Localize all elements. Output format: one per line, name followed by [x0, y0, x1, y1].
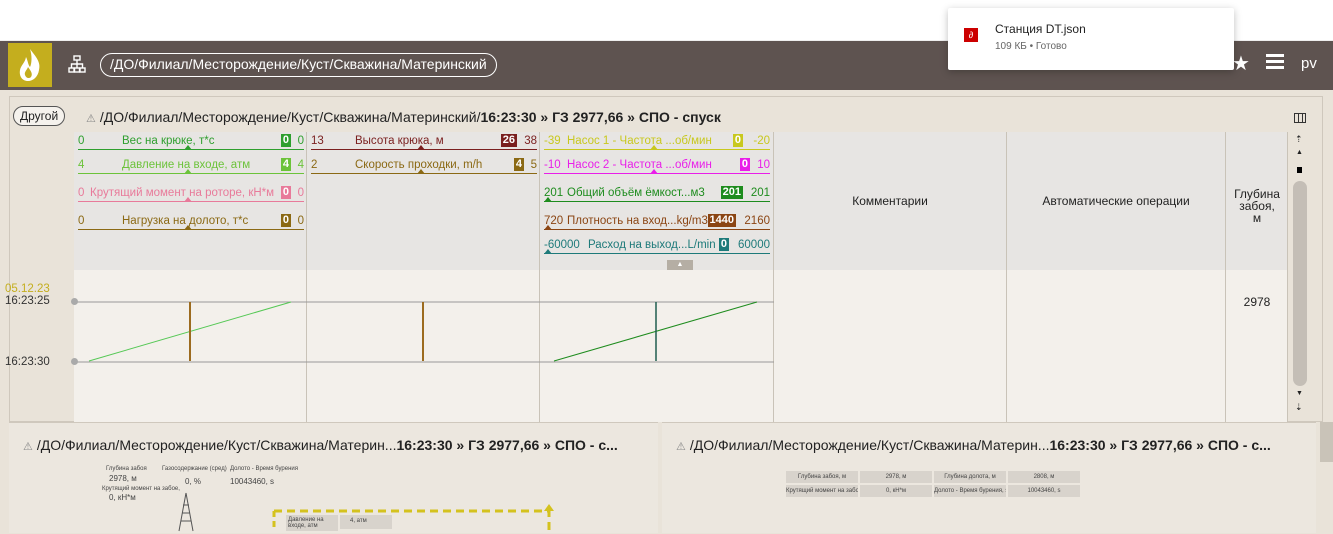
bottom-right-panel[interactable]: ⚠/ДО/Филиал/Месторождение/Куст/Скважина/… [662, 422, 1316, 533]
panel-title-path: /ДО/Филиал/Месторождение/Куст/Скважина/М… [99, 109, 481, 125]
time-marker [71, 358, 78, 365]
time-label-1: 16:23:25 [5, 295, 50, 307]
scroll-up-icon[interactable]: ▲ [1296, 149, 1303, 156]
side-tab[interactable] [1320, 422, 1333, 462]
scroll-down-icon[interactable]: ▼ [1296, 390, 1303, 397]
scroll-top-icon[interactable]: ⇡ [1295, 134, 1303, 145]
bottom-left-title: ⚠/ДО/Филиал/Месторождение/Куст/Скважина/… [23, 437, 618, 453]
mini-pressure-label: Давление на входе, атм [286, 515, 338, 531]
depth-header: Глубина забоя, м [1234, 187, 1280, 225]
depth-value: 2978 [1243, 295, 1271, 309]
bottom-left-panel[interactable]: ⚠/ДО/Филиал/Месторождение/Куст/Скважина/… [9, 422, 658, 534]
download-file-name[interactable]: Станция DT.json [995, 22, 1086, 36]
panel-title: ⚠/ДО/Филиал/Месторождение/Куст/Скважина/… [86, 109, 721, 125]
date-label: 05.12.23 [5, 283, 50, 295]
main-panel: Другой ⚠/ДО/Филиал/Месторождение/Куст/Ск… [5, 96, 1323, 422]
mini-bit-label: Долото - Время бурения [230, 466, 299, 472]
time-marker [71, 298, 78, 305]
other-button[interactable]: Другой [13, 106, 66, 126]
user-name[interactable]: pv [1301, 55, 1317, 72]
derrick-icon [178, 492, 194, 532]
scroll-bottom-icon[interactable]: ⇣ [1295, 402, 1303, 413]
file-icon: ∂ [964, 28, 978, 42]
hierarchy-icon[interactable] [68, 55, 86, 73]
mini-depth-value: 2978, м [109, 474, 137, 483]
mini-table-cell: Глубина долота, м [934, 471, 1006, 483]
mini-pressure-value: 4, атм [340, 515, 392, 529]
mini-torque-label: Крутящий момент на забое, [102, 486, 180, 492]
grid-icon[interactable] [1294, 113, 1306, 123]
download-file-status: 109 КБ • Готово [995, 41, 1067, 52]
bottom-right-title: ⚠/ДО/Филиал/Месторождение/Куст/Скважина/… [676, 437, 1271, 453]
mini-table-cell: 2808, м [1008, 471, 1080, 483]
star-icon[interactable]: ★ [1232, 51, 1250, 76]
flame-logo-icon[interactable] [8, 43, 52, 87]
tracks-area: 0 Вес на крюке, т*с 0 0 4 Давление на входе, … [74, 132, 1288, 422]
mini-gas-label: Газосодержание (сред) [162, 466, 227, 472]
mini-gas-value: 0, % [185, 477, 202, 486]
mini-depth-label: Глубина забоя [106, 466, 147, 472]
path-breadcrumb[interactable]: /ДО/Филиал/Месторождение/Куст/Скважина/М… [100, 53, 497, 77]
mini-torque-value: 0, кН*м [109, 493, 136, 502]
scroll-stop-icon[interactable] [1297, 167, 1302, 173]
mini-table-cell: 0, кН*м [860, 485, 932, 497]
mini-table-cell: Глубина забоя, м [786, 471, 858, 483]
depth-column: Глубина забоя, м 2978 [1226, 132, 1288, 422]
mini-table-cell: Долото - Время бурения, s [934, 485, 1006, 497]
pin-icon[interactable]: ⚠ [86, 113, 96, 125]
mini-bit-value: 10043460, s [230, 477, 275, 486]
mini-table-cell: 10043460, s [1008, 485, 1080, 497]
mini-table-cell: 2978, м [860, 471, 932, 483]
hamburger-menu-icon[interactable] [1266, 54, 1284, 70]
track-plots [74, 301, 774, 363]
scroll-thumb[interactable] [1293, 181, 1307, 386]
panel-title-status: 16:23:30 » ГЗ 2977,66 » СПО - спуск [480, 109, 721, 125]
time-label-2: 16:23:30 [5, 356, 50, 368]
vertical-scrollbar[interactable]: ⇡ ▲ ▼ ⇣ [1293, 134, 1307, 419]
mini-table-cell: Крутящий момент на забое, кН*м [786, 485, 858, 497]
download-popup[interactable]: ∂ Станция DT.json 109 КБ • Готово [948, 8, 1234, 70]
